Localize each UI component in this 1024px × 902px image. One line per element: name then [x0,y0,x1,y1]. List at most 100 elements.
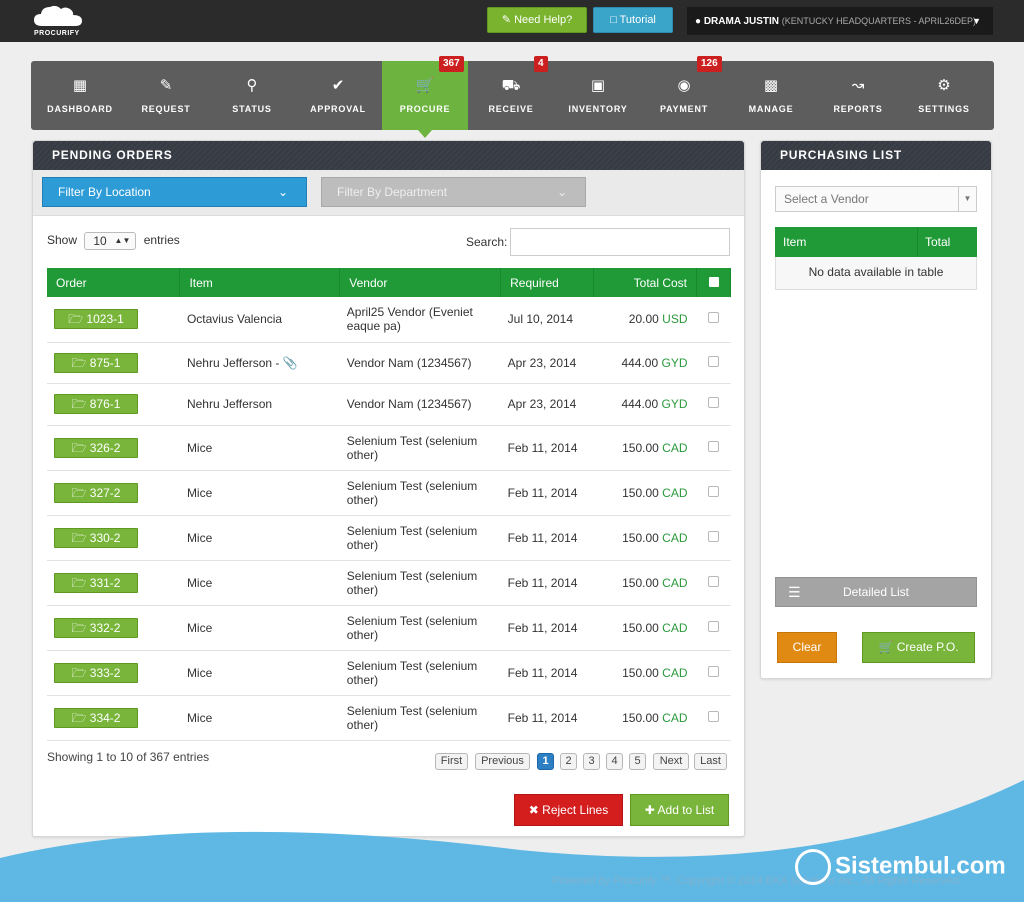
vendor-select-placeholder: Select a Vendor [784,192,869,206]
select-cell [696,383,731,426]
pager-previous[interactable]: Previous [475,753,530,770]
pager-page-4[interactable]: 4 [606,753,623,770]
payment-badge: 126 [697,56,722,72]
chevron-down-icon: ⌄ [556,185,567,199]
pager-page-1[interactable]: 1 [537,753,554,770]
user-menu[interactable]: ● DRAMA JUSTIN (KENTUCKY HEADQUARTERS - … [687,7,993,35]
purchasing-list-title: PURCHASING LIST [761,141,991,170]
detailed-list-button[interactable]: ☰ Detailed List [775,577,977,607]
paperclip-icon[interactable]: 📎 [283,356,298,370]
order-button[interactable]: 🗁 876-1 [54,394,138,414]
pager-page-2[interactable]: 2 [560,753,577,770]
item-name: Mice [186,440,213,455]
folder-icon: 🗁 [68,312,84,327]
nav-request[interactable]: ✎ REQUEST [123,61,209,130]
pager-first[interactable]: First [435,753,468,770]
nav-label: APPROVAL [310,104,366,114]
page-size-select[interactable]: 10 ▲▼ [84,232,137,250]
table-row: 🗁 875-1 Nehru Jefferson - 📎 Vendor Nam (12… [47,342,731,384]
col-required[interactable]: Required [500,268,595,297]
required-cell: Feb 11, 2014 [500,605,594,651]
row-checkbox[interactable] [708,397,719,408]
required-cell: Feb 11, 2014 [500,515,594,561]
chart-icon: ↝ [851,77,865,94]
amount: 150.00 [622,620,659,635]
row-checkbox[interactable] [708,355,719,367]
clear-button[interactable]: Clear [777,632,837,663]
filter-location-label: Filter By Location [58,185,151,199]
nav-dashboard[interactable]: ▦ DASHBOARD [37,61,123,130]
nav-receive[interactable]: 4 ⛟ RECEIVE [468,56,554,130]
row-checkbox[interactable] [708,485,719,497]
order-button[interactable]: 🗁 333-2 [54,662,138,683]
filter-bar: Filter By Location ⌄ Filter By Departmen… [33,170,744,216]
logo-text: PROCURIFY [34,30,80,37]
item-name: Mice [186,575,213,590]
nav-label: PROCURE [399,104,451,114]
nav-manage[interactable]: ▩ MANAGE [728,61,814,130]
amount: 150.00 [622,665,659,680]
col-item[interactable]: Item [179,268,341,297]
folder-icon: 🗁 [71,620,87,635]
nav-status[interactable]: ⚲ STATUS [209,61,295,130]
watermark-logo-icon [795,849,831,885]
filter-department-select[interactable]: Filter By Department ⌄ [321,177,586,207]
table-row: 🗁 332-2 Mice Selenium Test (selenium other… [47,605,731,651]
order-button[interactable]: 🗁 327-2 [54,482,138,503]
row-checkbox[interactable] [708,440,719,452]
nav-settings[interactable]: ⚙ SETTINGS [901,61,987,130]
box-icon: ▣ [590,77,606,94]
nav-payment[interactable]: 126 ◉ PAYMENT [641,56,727,130]
order-button[interactable]: 🗁 334-2 [54,707,138,728]
order-button[interactable]: 🗁 330-2 [54,527,138,548]
procurify-logo[interactable]: PROCURIFY [30,4,86,38]
check-icon: ✔ [331,77,345,94]
nav-procure[interactable]: 367 🛒 PROCURE [382,56,468,138]
folder-icon: 🗁 [71,710,87,725]
filter-location-select[interactable]: Filter By Location ⌄ [42,177,307,207]
col-vendor[interactable]: Vendor [339,268,502,297]
folder-icon: 🗁 [71,530,87,545]
amount: 150.00 [622,440,659,455]
pager-page-5[interactable]: 5 [629,753,646,770]
order-button[interactable]: 🗁 331-2 [54,572,138,593]
row-checkbox[interactable] [708,620,719,632]
nav-approval[interactable]: ✔ APPROVAL [295,61,381,130]
pager-page-3[interactable]: 3 [583,753,600,770]
row-checkbox[interactable] [708,665,719,677]
currency: CAD [662,710,688,725]
row-checkbox[interactable] [708,312,719,324]
order-button[interactable]: 🗁 332-2 [54,617,138,638]
need-help-button[interactable]: ✎ Need Help? [487,7,587,33]
order-button[interactable]: 🗁 875-1 [54,352,138,373]
col-total-cost[interactable]: Total Cost [593,268,697,297]
table-row: 🗁 333-2 Mice Selenium Test (selenium other… [47,650,731,696]
col-total[interactable]: Total [925,227,950,257]
row-checkbox[interactable] [708,575,719,587]
vendor-select[interactable]: Select a Vendor ▼ [775,186,977,212]
nav-reports[interactable]: ↝ REPORTS [815,61,901,130]
book-icon: □ [610,14,617,26]
order-button[interactable]: 🗁 326-2 [54,437,138,458]
folder-icon: 🗁 [71,575,87,590]
select-all-checkbox[interactable] [708,276,719,287]
pager-next[interactable]: Next [653,753,689,770]
currency: CAD [662,575,688,590]
search-input[interactable] [510,228,730,256]
col-order[interactable]: Order [47,268,181,297]
col-item[interactable]: Item [783,227,806,257]
vendor-cell: Vendor Nam (1234567) [339,383,501,426]
currency: CAD [662,530,688,545]
item-name: Mice [186,710,213,725]
folder-icon: 🗁 [71,397,87,411]
tutorial-button[interactable]: □ Tutorial [593,7,673,33]
item-name: Mice [186,665,213,680]
order-button[interactable]: 🗁 1023-1 [54,309,138,330]
row-checkbox[interactable] [708,530,719,542]
cart-icon: 🛒 [878,640,894,654]
create-po-button[interactable]: 🛒 Create P.O. [862,632,975,663]
need-help-label: Need Help? [514,14,573,26]
pager-last[interactable]: Last [694,753,727,770]
nav-inventory[interactable]: ▣ INVENTORY [555,61,641,130]
row-checkbox[interactable] [708,710,719,722]
